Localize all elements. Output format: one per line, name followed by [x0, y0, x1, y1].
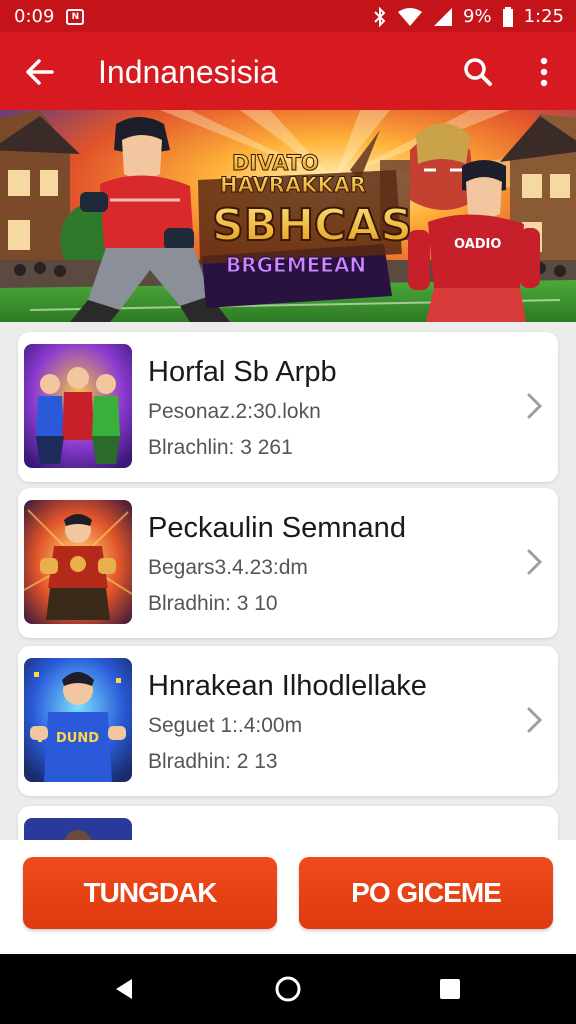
game-thumbnail	[24, 344, 132, 468]
nav-back-icon	[116, 979, 132, 999]
hero-banner[interactable]: OADIO DIVATO HAVRAKKAR SBHCAS BRGEMEEAN	[0, 110, 576, 322]
list-item[interactable]: DUND Hnrakean Ilhodlellake Seguet 1:.4:0…	[18, 646, 558, 796]
banner-line3: SBHCAS	[212, 200, 412, 251]
back-arrow-icon	[26, 59, 54, 85]
status-time: 0:09	[14, 6, 55, 27]
nav-home-icon	[275, 976, 301, 1002]
search-icon	[464, 58, 492, 86]
battery-percent: 9%	[463, 6, 492, 27]
search-button[interactable]	[456, 50, 500, 94]
chevron-right-icon	[527, 549, 543, 575]
game-subtitle: Pesonaz.2:30.lokn	[148, 400, 321, 423]
game-subtitle: Seguet 1:.4:00m	[148, 714, 303, 737]
more-vert-icon	[540, 57, 548, 87]
notification-icon: N	[66, 8, 85, 25]
chevron-right-icon	[527, 707, 543, 733]
game-thumbnail	[24, 500, 132, 624]
bottom-action-bar: TUNGDAK PO GICEME	[0, 840, 576, 954]
list-item[interactable]: Horfal Sb Arpb Pesonaz.2:30.lokn Blrachl…	[18, 332, 558, 482]
banner-artwork: OADIO DIVATO HAVRAKKAR SBHCAS BRGEMEEAN	[0, 110, 576, 322]
game-thumbnail	[24, 818, 132, 840]
status-clock: 1:25	[523, 6, 564, 27]
status-bar: 0:09 N 9% 1:25	[0, 0, 576, 32]
game-subtitle: Begars3.4.23:dm	[148, 556, 308, 579]
list-item[interactable]	[18, 806, 558, 840]
banner-line2: HAVRAKKAR	[220, 173, 366, 197]
more-options-button[interactable]	[522, 50, 566, 94]
list-item[interactable]: Peckaulin Semnand Begars3.4.23:dm Blradh…	[18, 488, 558, 638]
game-list: Horfal Sb Arpb Pesonaz.2:30.lokn Blrachl…	[0, 322, 576, 840]
system-nav-bar	[0, 954, 576, 1024]
game-title: Peckaulin Semnand	[148, 512, 406, 544]
signal-icon	[434, 7, 453, 26]
nav-recents-button[interactable]	[432, 971, 468, 1007]
nav-back-button[interactable]	[106, 971, 142, 1007]
app-bar: Indnanesisia	[0, 32, 576, 110]
game-thumbnail: DUND	[24, 658, 132, 782]
bluetooth-icon	[374, 6, 386, 27]
game-title: Horfal Sb Arpb	[148, 356, 337, 388]
battery-icon	[502, 6, 513, 27]
chevron-right-icon	[527, 393, 543, 419]
game-title: Hnrakean Ilhodlellake	[148, 670, 427, 702]
game-meta: Blrachlin: 3 261	[148, 436, 293, 459]
thumb-jersey-text: DUND	[56, 731, 99, 746]
left-action-button[interactable]: TUNGDAK	[23, 857, 277, 929]
nav-home-button[interactable]	[270, 971, 306, 1007]
banner-jersey-text: OADIO	[454, 237, 501, 252]
game-meta: Blradhin: 3 10	[148, 592, 278, 615]
banner-line1: DIVATO	[232, 151, 319, 175]
banner-line4: BRGEMEEAN	[226, 253, 366, 277]
game-meta: Blradhin: 2 13	[148, 750, 278, 773]
back-button[interactable]	[18, 50, 62, 94]
page-title: Indnanesisia	[98, 54, 278, 90]
nav-recents-icon	[440, 979, 460, 999]
wifi-icon	[398, 7, 423, 26]
right-action-button[interactable]: PO GICEME	[299, 857, 553, 929]
